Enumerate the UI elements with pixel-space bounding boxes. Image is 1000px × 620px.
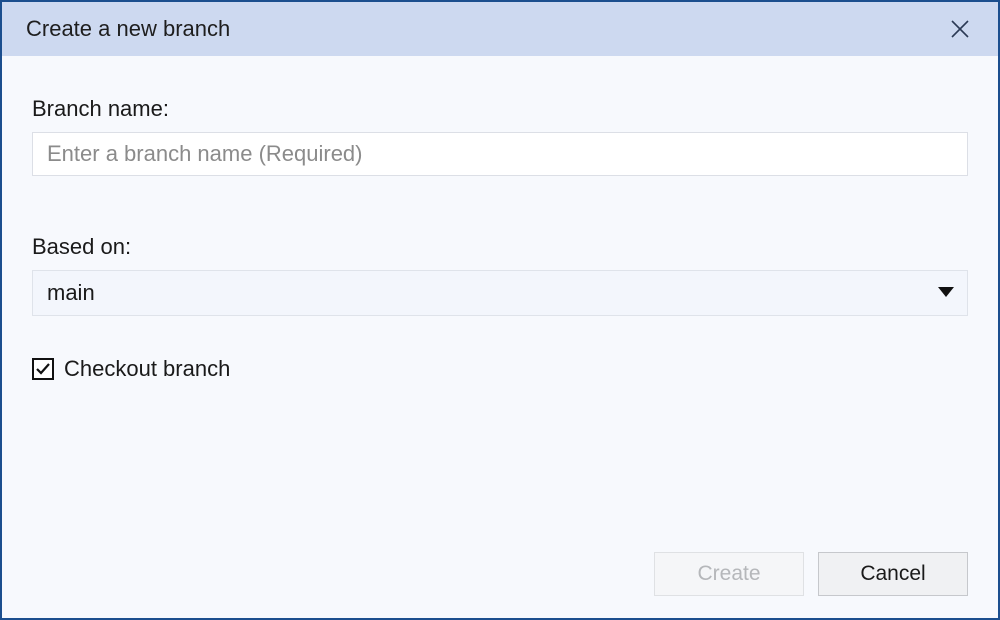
checkout-branch-checkbox[interactable] xyxy=(32,358,54,380)
close-icon xyxy=(950,19,970,39)
based-on-label: Based on: xyxy=(32,234,968,260)
create-button[interactable]: Create xyxy=(654,552,804,596)
based-on-selected-value: main xyxy=(47,280,95,306)
titlebar: Create a new branch xyxy=(2,2,998,56)
dialog-title: Create a new branch xyxy=(26,16,230,42)
branch-name-input[interactable] xyxy=(32,132,968,176)
dialog-content: Branch name: Based on: main Checkout bra… xyxy=(2,56,998,618)
checkout-branch-label: Checkout branch xyxy=(64,356,230,382)
create-branch-dialog: Create a new branch Branch name: Based o… xyxy=(0,0,1000,620)
based-on-select[interactable]: main xyxy=(32,270,968,316)
checkout-branch-row: Checkout branch xyxy=(32,356,968,382)
branch-name-label: Branch name: xyxy=(32,96,968,122)
close-button[interactable] xyxy=(944,13,976,45)
dialog-button-row: Create Cancel xyxy=(654,552,968,596)
cancel-button[interactable]: Cancel xyxy=(818,552,968,596)
checkmark-icon xyxy=(35,361,51,377)
